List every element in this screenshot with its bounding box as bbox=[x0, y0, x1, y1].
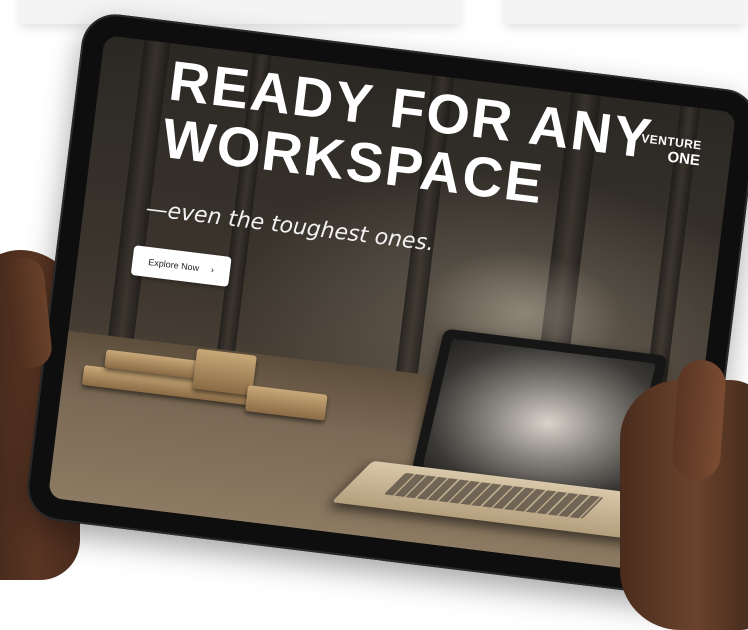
chevron-right-icon: › bbox=[210, 264, 215, 276]
explore-now-button[interactable]: Explore Now › bbox=[130, 245, 232, 287]
hero-headline: READY FOR ANY WORKSPACE bbox=[159, 48, 657, 225]
right-thumb bbox=[670, 358, 728, 482]
hero-subline: —even the toughest ones. bbox=[144, 196, 436, 257]
explore-now-label: Explore Now bbox=[147, 257, 200, 274]
paper-card-left bbox=[20, 0, 460, 24]
paper-card-right bbox=[505, 0, 745, 24]
